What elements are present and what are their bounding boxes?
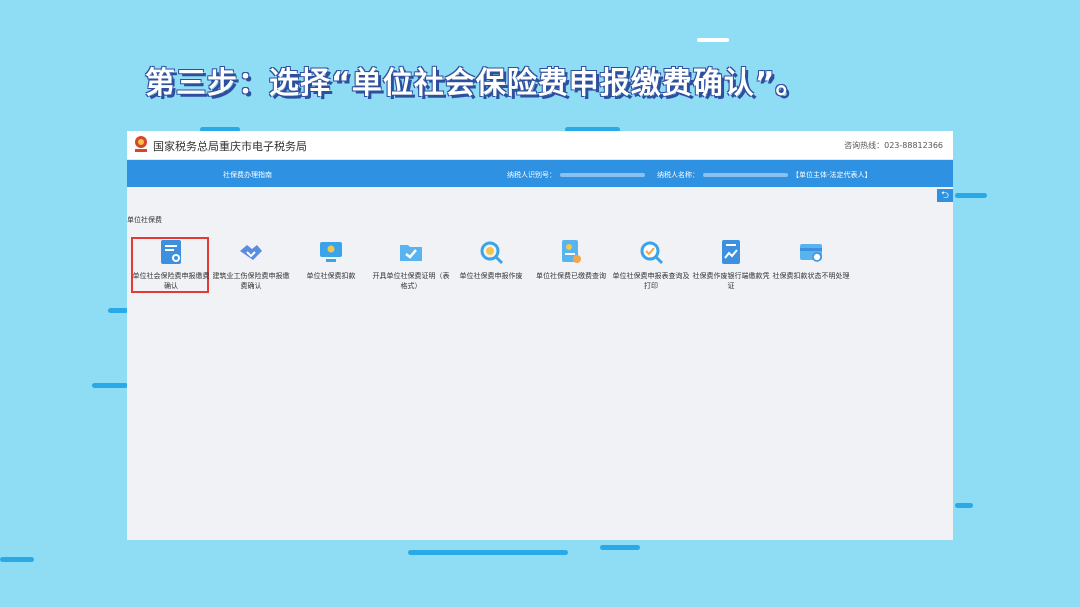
app-item-construction-injury[interactable]: 建筑业工伤保险费申报缴费确认 xyxy=(211,239,291,291)
app-label: 建筑业工伤保险费申报缴费确认 xyxy=(212,272,290,290)
app-grid: 单位社会保险费申报缴费确认 建筑业工伤保险费申报缴费确认 单位社保费扣款 开具单… xyxy=(127,237,953,309)
redacted-value xyxy=(560,173,645,177)
decor-stroke xyxy=(408,550,568,555)
section-title: 单位社保费 xyxy=(127,216,162,224)
document-chart-icon xyxy=(722,240,740,264)
app-label: 单位社保费已缴费查询 xyxy=(536,272,606,280)
decor-stroke xyxy=(697,38,729,42)
handshake-icon xyxy=(240,245,262,260)
app-item-insurance-confirm[interactable]: 单位社会保险费申报缴费确认 xyxy=(131,239,211,291)
app-item-certificate[interactable]: 开具单位社保费证明（表格式） xyxy=(371,239,451,291)
site-header: 国家税务总局重庆市电子税务局 咨询热线：023-88812366 xyxy=(127,131,953,160)
decor-stroke xyxy=(955,503,973,508)
document-confirm-icon xyxy=(161,240,181,264)
redacted-value xyxy=(703,173,788,177)
app-label: 单位社保费扣款 xyxy=(306,272,356,280)
app-label: 开具单位社保费证明（表格式） xyxy=(372,272,450,290)
role-badge: 【单位主体-法定代表人】 xyxy=(792,171,872,179)
taxpayer-id-field: 纳税人识别号： xyxy=(507,170,649,180)
card-icon xyxy=(800,244,822,262)
app-item-bank-voucher[interactable]: 社保费作废银行端缴款凭证 xyxy=(691,239,771,291)
browser-window: 国家税务总局重庆市电子税务局 咨询热线：023-88812366 社保费办理指南… xyxy=(127,131,953,540)
decor-stroke xyxy=(0,557,34,562)
step-caption: 第三步：选择“单位社会保险费申报缴费确认”。 xyxy=(145,66,807,101)
app-label: 单位社保费申报作废 xyxy=(459,272,523,280)
app-label: 社保费扣款状态不明处理 xyxy=(772,272,850,280)
search-icon xyxy=(480,241,504,265)
magnifier-check-icon xyxy=(640,241,664,265)
app-item-paid-query[interactable]: 单位社保费已缴费查询 xyxy=(531,239,611,281)
app-item-void[interactable]: 单位社保费申报作废 xyxy=(451,239,531,281)
nav-bar: 社保费办理指南 纳税人识别号： 纳税人名称： 【单位主体-法定代表人】 xyxy=(127,160,953,187)
app-label: 单位社保费申报表查询及打印 xyxy=(612,272,690,290)
taxpayer-name-field: 纳税人名称： 【单位主体-法定代表人】 xyxy=(657,170,872,180)
decor-stroke xyxy=(108,308,128,313)
tax-emblem-icon xyxy=(135,136,147,152)
taxpayer-name-label: 纳税人名称： xyxy=(657,171,699,179)
decor-stroke xyxy=(600,545,640,550)
app-item-unclear-status[interactable]: 社保费扣款状态不明处理 xyxy=(771,239,851,281)
taxpayer-id-label: 纳税人识别号： xyxy=(507,171,556,179)
app-label: 单位社会保险费申报缴费确认 xyxy=(132,272,210,290)
app-label: 社保费作废银行端缴款凭证 xyxy=(692,272,770,290)
decor-stroke xyxy=(955,193,987,198)
app-item-deduction[interactable]: 单位社保费扣款 xyxy=(291,239,371,281)
back-button[interactable]: ⮌ xyxy=(937,189,953,202)
app-item-report-print[interactable]: 单位社保费申报表查询及打印 xyxy=(611,239,691,291)
decor-stroke xyxy=(92,383,128,388)
hotline-text: 咨询热线：023-88812366 xyxy=(844,141,943,150)
folder-check-icon xyxy=(400,245,422,261)
document-query-icon xyxy=(562,240,581,263)
monitor-icon xyxy=(320,242,342,262)
site-title: 国家税务总局重庆市电子税务局 xyxy=(153,140,307,153)
nav-guide-link[interactable]: 社保费办理指南 xyxy=(223,170,272,180)
